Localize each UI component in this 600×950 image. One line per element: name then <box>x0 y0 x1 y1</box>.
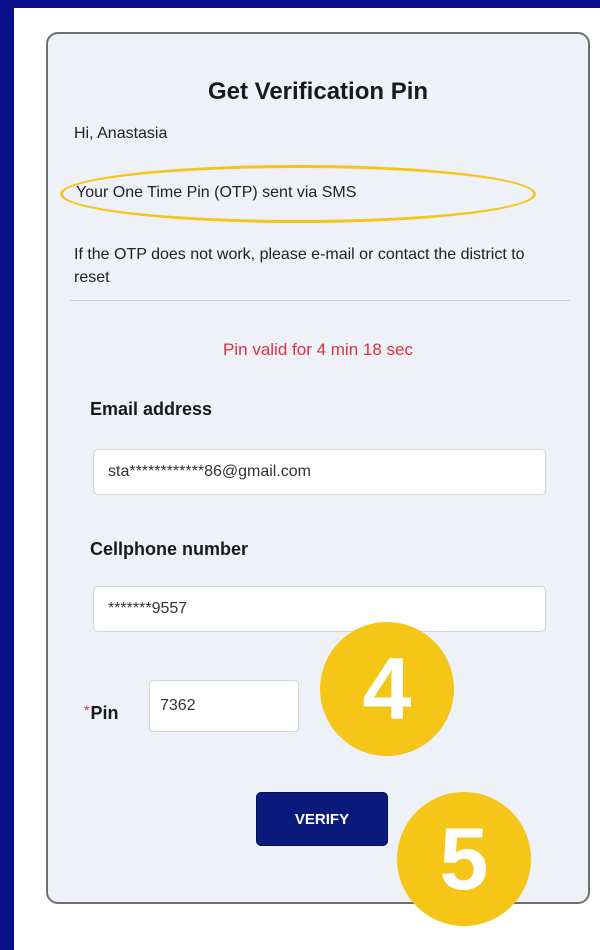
otp-notice-text: Your One Time Pin (OTP) sent via SMS <box>76 184 357 201</box>
cellphone-label: Cellphone number <box>90 539 249 559</box>
pin-label-group: *Pin <box>84 702 118 724</box>
divider <box>70 300 570 301</box>
step-4-badge: 4 <box>320 622 454 756</box>
email-field[interactable]: sta************86@gmail.com <box>93 449 546 495</box>
pin-label: Pin <box>90 703 119 723</box>
verification-card: Get Verification Pin Hi, Anastasia Your … <box>46 32 590 904</box>
email-label: Email address <box>90 399 213 419</box>
pin-input[interactable]: 7362 <box>149 680 299 732</box>
help-text: If the OTP does not work, please e-mail … <box>74 246 525 286</box>
page-title: Get Verification Pin <box>207 78 429 105</box>
required-marker: * <box>84 702 90 718</box>
cellphone-field[interactable]: *******9557 <box>93 586 546 632</box>
step-5-badge: 5 <box>397 792 531 926</box>
verify-button[interactable]: VERIFY <box>256 792 388 846</box>
pin-validity-timer: Pin valid for 4 min 18 sec <box>223 340 413 359</box>
greeting-text: Hi, Anastasia <box>74 125 168 142</box>
